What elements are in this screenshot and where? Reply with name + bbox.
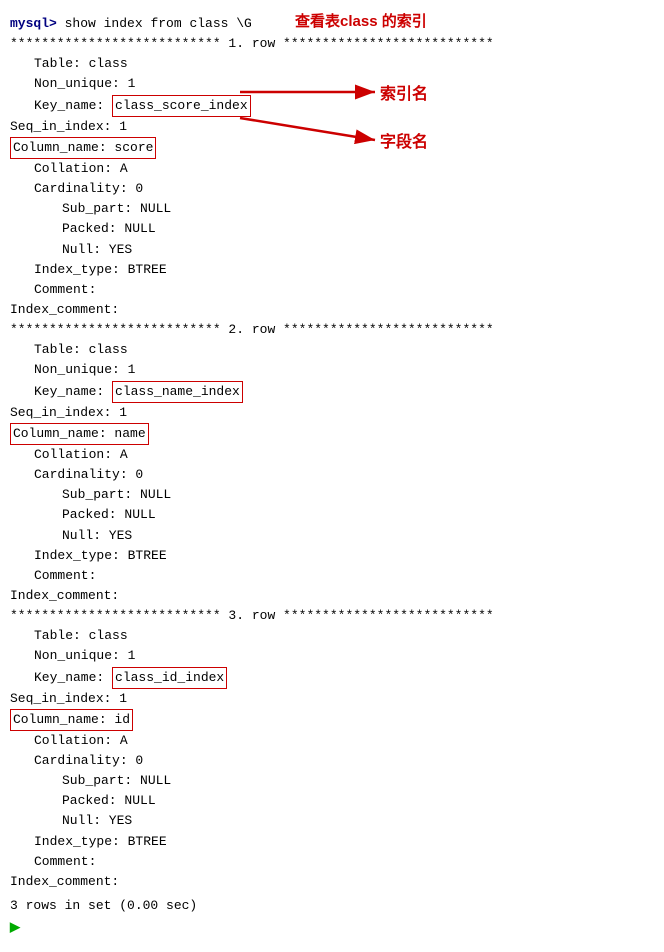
row1-packed: Packed: NULL xyxy=(10,219,654,239)
row1-index-type: Index_type: BTREE xyxy=(10,260,654,280)
row-separator-3: *************************** 3. row *****… xyxy=(10,606,654,626)
row1-column: Column_name: score xyxy=(10,137,654,159)
row1-seq: Seq_in_index: 1 xyxy=(10,117,654,137)
row2-key-name-value: class_name_index xyxy=(112,381,243,403)
row2-cardinality: Cardinality: 0 xyxy=(10,465,654,485)
row3-index-type: Index_type: BTREE xyxy=(10,832,654,852)
row3-null: Null: YES xyxy=(10,811,654,831)
annotation-title: 查看表class 的索引 xyxy=(295,10,427,31)
row3-collation: Collation: A xyxy=(10,731,654,751)
command-text: show index from class \G xyxy=(65,16,252,31)
row-separator-1: *************************** 1. row *****… xyxy=(10,34,654,54)
row3-comment: Comment: xyxy=(10,852,654,872)
row3-seq: Seq_in_index: 1 xyxy=(10,689,654,709)
cursor-prompt: ▶ xyxy=(10,920,20,935)
row2-index-comment: Index_comment: xyxy=(10,586,654,606)
prompt: mysql> xyxy=(10,16,57,31)
row-separator-2: *************************** 2. row *****… xyxy=(10,320,654,340)
row3-column: Column_name: id xyxy=(10,709,654,731)
row2-packed: Packed: NULL xyxy=(10,505,654,525)
annotation-index-name: 索引名 xyxy=(380,80,428,104)
row3-cardinality: Cardinality: 0 xyxy=(10,751,654,771)
row2-comment: Comment: xyxy=(10,566,654,586)
row2-subpart: Sub_part: NULL xyxy=(10,485,654,505)
row1-key-name: Key_name: class_score_index xyxy=(10,95,654,117)
result-footer: 3 rows in set (0.00 sec) xyxy=(10,896,654,916)
row1-cardinality: Cardinality: 0 xyxy=(10,179,654,199)
cursor-line: ▶ xyxy=(10,918,654,938)
row1-index-comment: Index_comment: xyxy=(10,300,654,320)
row2-index-type: Index_type: BTREE xyxy=(10,546,654,566)
row2-non-unique: Non_unique: 1 xyxy=(10,360,654,380)
row1-collation: Collation: A xyxy=(10,159,654,179)
row3-key-name: Key_name: class_id_index xyxy=(10,667,654,689)
row3-table: Table: class xyxy=(10,626,654,646)
row2-null: Null: YES xyxy=(10,526,654,546)
row3-index-comment: Index_comment: xyxy=(10,872,654,892)
row1-subpart: Sub_part: NULL xyxy=(10,199,654,219)
row2-key-name: Key_name: class_name_index xyxy=(10,381,654,403)
row2-collation: Collation: A xyxy=(10,445,654,465)
row2-seq: Seq_in_index: 1 xyxy=(10,403,654,423)
row2-column-box: Column_name: name xyxy=(10,423,149,445)
row1-table: Table: class xyxy=(10,54,654,74)
row1-null: Null: YES xyxy=(10,240,654,260)
row1-non-unique: Non_unique: 1 xyxy=(10,74,654,94)
row2-column: Column_name: name xyxy=(10,423,654,445)
row3-key-name-value: class_id_index xyxy=(112,667,227,689)
row2-table: Table: class xyxy=(10,340,654,360)
terminal-output: mysql> show index from class \G ********… xyxy=(0,8,664,944)
row3-subpart: Sub_part: NULL xyxy=(10,771,654,791)
annotation-field-name: 字段名 xyxy=(380,128,428,152)
row3-column-box: Column_name: id xyxy=(10,709,133,731)
row1-comment: Comment: xyxy=(10,280,654,300)
row1-key-name-value: class_score_index xyxy=(112,95,251,117)
row3-packed: Packed: NULL xyxy=(10,791,654,811)
row3-non-unique: Non_unique: 1 xyxy=(10,646,654,666)
row1-column-box: Column_name: score xyxy=(10,137,156,159)
